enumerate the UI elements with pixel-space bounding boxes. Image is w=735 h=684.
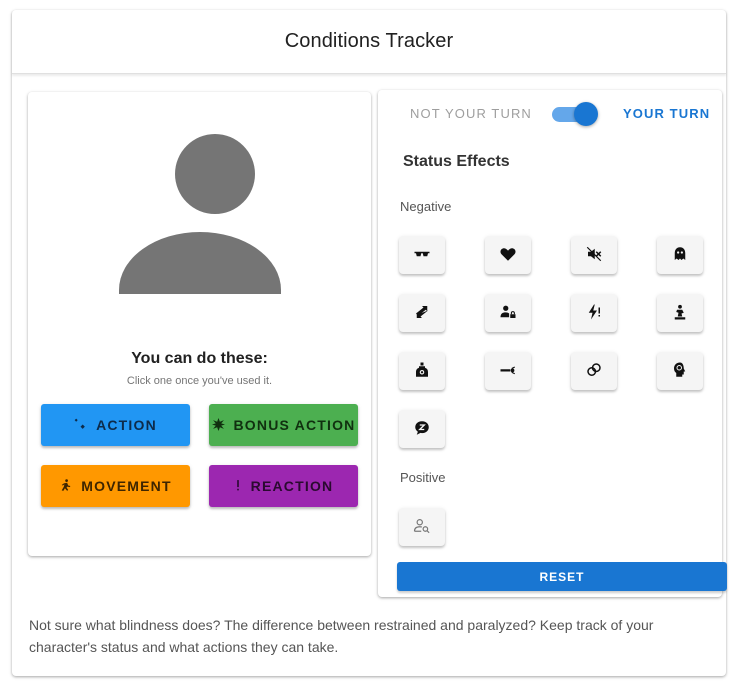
movement-button[interactable]: MOVEMENT bbox=[41, 465, 190, 507]
unconscious-button[interactable] bbox=[399, 410, 445, 448]
blinded-button[interactable] bbox=[399, 236, 445, 274]
movement-label: MOVEMENT bbox=[81, 478, 172, 494]
prone-button[interactable] bbox=[485, 352, 531, 390]
muted-speaker-icon bbox=[585, 245, 603, 266]
action-label: ACTION bbox=[96, 417, 157, 433]
can-do-subtitle: Click one once you've used it. bbox=[126, 375, 273, 387]
ghost-icon bbox=[671, 245, 689, 266]
your-turn-label: YOUR TURN bbox=[623, 106, 711, 121]
action-button[interactable]: ACTION bbox=[41, 404, 190, 446]
can-do-title: You can do these: bbox=[131, 350, 268, 367]
bonus-action-button[interactable]: BONUS ACTION bbox=[209, 404, 358, 446]
swap-arrows-icon bbox=[413, 303, 431, 324]
grappled-button[interactable] bbox=[399, 294, 445, 332]
toggle-thumb bbox=[574, 102, 598, 126]
page-title: Conditions Tracker bbox=[284, 30, 454, 52]
petrified-button[interactable] bbox=[657, 294, 703, 332]
negative-section-label: Negative bbox=[400, 199, 452, 214]
incapacitated-button[interactable] bbox=[485, 294, 531, 332]
shackles-icon bbox=[585, 361, 603, 382]
positive-section-label: Positive bbox=[400, 470, 446, 485]
person-locked-icon bbox=[499, 303, 517, 324]
bonus-action-label: BONUS ACTION bbox=[233, 417, 356, 433]
person-search-icon bbox=[413, 517, 431, 538]
status-panel: NOT YOUR TURN YOUR TURN Status Effects N… bbox=[378, 90, 727, 597]
frightened-button[interactable] bbox=[657, 236, 703, 274]
running-icon bbox=[59, 478, 72, 494]
poisoned-button[interactable] bbox=[399, 352, 445, 390]
conditions-tracker-card: Conditions Tracker You can do these: Cli… bbox=[12, 10, 727, 676]
burst-icon bbox=[211, 417, 225, 433]
turn-toggle[interactable] bbox=[552, 102, 598, 126]
charmed-button[interactable] bbox=[485, 236, 531, 274]
avatar-body bbox=[119, 232, 281, 294]
restrained-button[interactable] bbox=[571, 352, 617, 390]
sword-icon bbox=[74, 418, 87, 433]
status-effects-title: Status Effects bbox=[403, 153, 510, 170]
avatar-head bbox=[175, 134, 255, 214]
paralyzed-button[interactable] bbox=[571, 294, 617, 332]
reset-button[interactable]: RESET bbox=[397, 562, 727, 591]
lightning-exclaim-icon bbox=[585, 303, 603, 324]
invisible-button[interactable] bbox=[399, 508, 445, 546]
exclamation-icon bbox=[234, 479, 242, 494]
poison-bottle-icon bbox=[413, 361, 431, 382]
reaction-label: REACTION bbox=[250, 478, 334, 494]
turn-toggle-row: NOT YOUR TURN YOUR TURN bbox=[378, 102, 722, 126]
header: Conditions Tracker bbox=[12, 10, 726, 74]
character-panel: You can do these: Click one once you've … bbox=[28, 92, 371, 556]
deafened-button[interactable] bbox=[571, 236, 617, 274]
dizzy-head-icon bbox=[671, 361, 689, 382]
description-text: Not sure what blindness does? The differ… bbox=[29, 617, 654, 655]
not-your-turn-label: NOT YOUR TURN bbox=[410, 106, 532, 121]
sunglasses-icon bbox=[413, 245, 431, 266]
statue-icon bbox=[671, 303, 689, 324]
sleep-bubble-icon bbox=[413, 419, 431, 440]
heart-icon bbox=[499, 245, 517, 266]
reaction-button[interactable]: REACTION bbox=[209, 465, 358, 507]
lying-person-icon bbox=[499, 361, 517, 382]
stunned-button[interactable] bbox=[657, 352, 703, 390]
